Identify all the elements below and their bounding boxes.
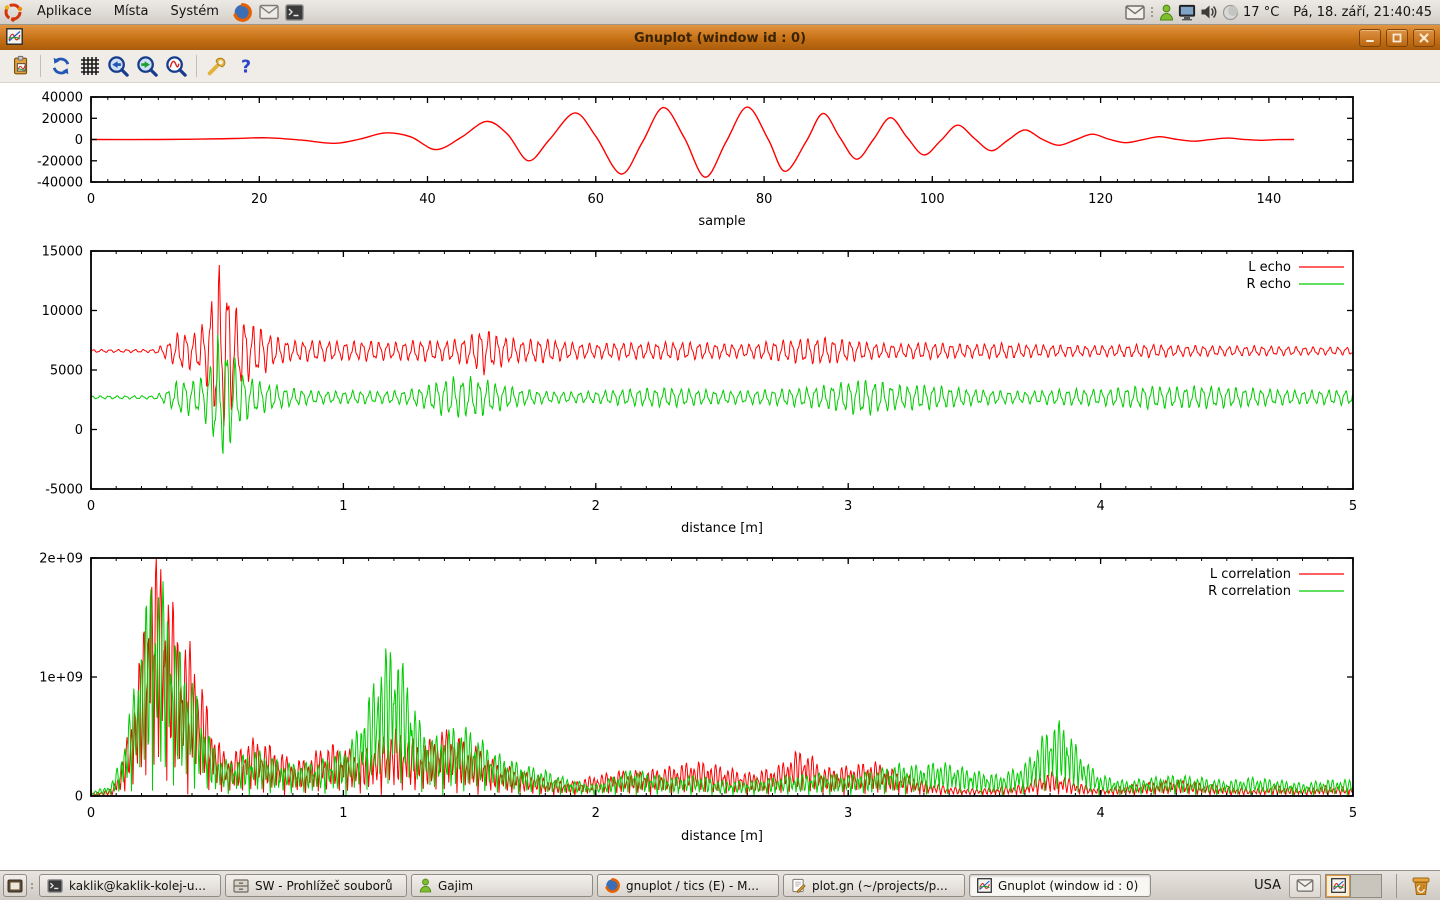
workspace-1[interactable] [1326, 875, 1350, 897]
zoom-next-icon[interactable] [134, 53, 161, 80]
task-text-editor[interactable]: plot.gn (~/projects/p... [783, 874, 965, 897]
gnuplot-titlebar[interactable]: Gnuplot (window id : 0) [0, 24, 1440, 51]
svg-text:?: ? [240, 57, 250, 77]
weather-icon[interactable] [1222, 1, 1239, 23]
gnome-top-panel: Aplikace Místa Systém [0, 0, 1440, 25]
autoscale-icon[interactable] [163, 53, 190, 80]
menu-places[interactable]: Místa [103, 0, 160, 24]
replot-icon[interactable] [47, 53, 74, 80]
zoom-previous-icon[interactable] [105, 53, 132, 80]
task-terminal[interactable]: kaklik@kaklik-kolej-u... [39, 874, 221, 897]
volume-icon[interactable] [1200, 1, 1218, 23]
show-desktop-button[interactable] [3, 874, 27, 897]
taskbar-grip[interactable] [31, 883, 33, 889]
task-label: Gnuplot (window id : 0) [998, 879, 1138, 893]
task-label: Gajim [438, 879, 473, 893]
gnuplot-plot-canvas[interactable] [0, 82, 1440, 871]
grid-icon[interactable] [76, 53, 103, 80]
gnuplot-window-icon [6, 28, 23, 49]
temperature-label[interactable]: 17 °C [1243, 5, 1279, 20]
task-label: kaklik@kaklik-kolej-u... [69, 879, 206, 893]
keyboard-layout-indicator[interactable]: USA [1254, 878, 1281, 893]
settings-icon[interactable] [203, 53, 230, 80]
desktop: Aplikace Místa Systém [0, 0, 1440, 900]
gajim-status-icon[interactable] [1159, 1, 1174, 23]
taskbar-separator [1396, 874, 1397, 898]
ubuntu-logo-icon[interactable] [2, 1, 24, 23]
close-button[interactable] [1413, 29, 1435, 47]
mail-tray-button[interactable] [1289, 874, 1321, 898]
trash-icon[interactable] [1407, 873, 1435, 899]
gnome-bottom-panel: kaklik@kaklik-kolej-u... SW - Prohlížeč … [0, 870, 1440, 900]
toolbar-separator [40, 55, 41, 77]
system-tray: 17 °C Pá, 18. září, 21:40:45 [1125, 1, 1440, 23]
clock-label[interactable]: Pá, 18. září, 21:40:45 [1293, 5, 1432, 20]
task-gnuplot[interactable]: Gnuplot (window id : 0) [969, 874, 1151, 897]
menu-system[interactable]: Systém [159, 0, 229, 24]
firefox-icon[interactable] [232, 1, 254, 23]
gnuplot-toolbar: ? [0, 50, 1440, 83]
workspace-switcher [1325, 874, 1382, 898]
task-firefox[interactable]: gnuplot / tics (E) - M... [597, 874, 779, 897]
workspace-2[interactable] [1350, 875, 1381, 897]
help-icon[interactable]: ? [232, 53, 259, 80]
mail-icon[interactable] [258, 1, 280, 23]
display-icon[interactable] [1178, 1, 1196, 23]
taskbar-right: USA [1254, 873, 1437, 899]
toolbar-separator [196, 55, 197, 77]
task-file-manager[interactable]: SW - Prohlížeč souborů [225, 874, 407, 897]
minimize-button[interactable] [1359, 29, 1381, 47]
task-label: gnuplot / tics (E) - M... [626, 879, 759, 893]
mail-notification-icon[interactable] [1125, 1, 1145, 23]
task-label: plot.gn (~/projects/p... [812, 879, 948, 893]
window-title: Gnuplot (window id : 0) [0, 31, 1440, 46]
task-label: SW - Prohlížeč souborů [255, 879, 393, 893]
maximize-button[interactable] [1386, 29, 1408, 47]
copy-plot-icon[interactable] [7, 53, 34, 80]
terminal-icon[interactable] [284, 1, 306, 23]
task-gajim[interactable]: Gajim [411, 874, 593, 897]
tray-grip[interactable] [1151, 7, 1153, 17]
menu-applications[interactable]: Aplikace [26, 0, 103, 24]
